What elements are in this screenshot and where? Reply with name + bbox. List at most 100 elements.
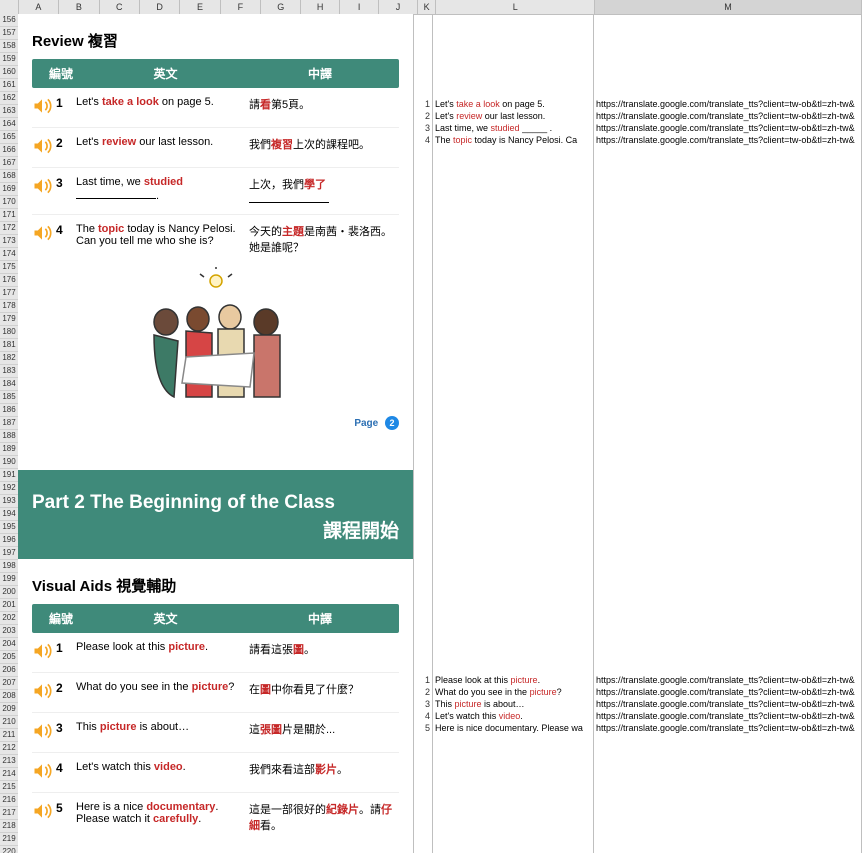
row-header[interactable]: 220 bbox=[0, 846, 18, 853]
row-header[interactable]: 170 bbox=[0, 196, 18, 209]
cell[interactable] bbox=[433, 746, 593, 758]
cell[interactable] bbox=[594, 530, 861, 542]
cell[interactable] bbox=[433, 470, 593, 482]
cell[interactable] bbox=[433, 170, 593, 182]
cell[interactable] bbox=[433, 530, 593, 542]
cell[interactable] bbox=[433, 278, 593, 290]
row-header[interactable]: 172 bbox=[0, 222, 18, 235]
cell[interactable] bbox=[594, 386, 861, 398]
cell[interactable] bbox=[594, 470, 861, 482]
cell[interactable] bbox=[414, 734, 432, 746]
row-header[interactable]: 192 bbox=[0, 482, 18, 495]
row-header[interactable]: 165 bbox=[0, 131, 18, 144]
column-header-f[interactable]: F bbox=[221, 0, 261, 14]
cell[interactable]: 1 bbox=[414, 674, 432, 686]
cell[interactable]: https://translate.google.com/translate_t… bbox=[594, 710, 861, 722]
cell[interactable] bbox=[433, 230, 593, 242]
cell[interactable] bbox=[414, 290, 432, 302]
cell[interactable]: 4 bbox=[414, 710, 432, 722]
cell[interactable] bbox=[594, 314, 861, 326]
cell[interactable] bbox=[414, 758, 432, 770]
row-header[interactable]: 214 bbox=[0, 768, 18, 781]
cell[interactable]: https://translate.google.com/translate_t… bbox=[594, 698, 861, 710]
cell[interactable]: Let's take a look on page 5. bbox=[433, 98, 593, 110]
cell[interactable] bbox=[433, 74, 593, 86]
cell[interactable]: Please look at this picture. bbox=[433, 674, 593, 686]
row-header[interactable]: 207 bbox=[0, 677, 18, 690]
row-header[interactable]: 195 bbox=[0, 521, 18, 534]
cell[interactable] bbox=[594, 278, 861, 290]
cell[interactable] bbox=[594, 194, 861, 206]
cell[interactable]: 4 bbox=[414, 134, 432, 146]
row-header[interactable]: 169 bbox=[0, 183, 18, 196]
cell[interactable] bbox=[433, 770, 593, 782]
row-header[interactable]: 217 bbox=[0, 807, 18, 820]
cell[interactable] bbox=[414, 794, 432, 806]
cell[interactable] bbox=[594, 158, 861, 170]
cell[interactable] bbox=[414, 506, 432, 518]
cell[interactable] bbox=[414, 470, 432, 482]
cell[interactable] bbox=[594, 590, 861, 602]
cell[interactable] bbox=[433, 578, 593, 590]
cell[interactable]: This picture is about… bbox=[433, 698, 593, 710]
cell[interactable] bbox=[594, 842, 861, 853]
cell[interactable] bbox=[433, 758, 593, 770]
cell[interactable] bbox=[433, 62, 593, 74]
cell[interactable] bbox=[414, 782, 432, 794]
cell[interactable] bbox=[594, 50, 861, 62]
cell[interactable] bbox=[433, 458, 593, 470]
cell[interactable] bbox=[594, 14, 861, 26]
row-header[interactable]: 174 bbox=[0, 248, 18, 261]
cell[interactable] bbox=[594, 410, 861, 422]
cell[interactable] bbox=[594, 734, 861, 746]
cell[interactable] bbox=[433, 482, 593, 494]
cell[interactable] bbox=[594, 542, 861, 554]
column-l[interactable]: Let's take a look on page 5.Let's review… bbox=[433, 14, 594, 853]
cell[interactable] bbox=[433, 290, 593, 302]
cell[interactable]: 3 bbox=[414, 122, 432, 134]
row-header[interactable]: 211 bbox=[0, 729, 18, 742]
cell[interactable] bbox=[594, 626, 861, 638]
cell[interactable] bbox=[433, 446, 593, 458]
cell[interactable] bbox=[433, 338, 593, 350]
cell[interactable]: 2 bbox=[414, 110, 432, 122]
columns-a-through-j[interactable]: Review 複習 編號 英文 中譯 1Let's take a look on… bbox=[18, 14, 414, 853]
column-m[interactable]: https://translate.google.com/translate_t… bbox=[594, 14, 862, 853]
cell[interactable] bbox=[594, 38, 861, 50]
row-header[interactable]: 162 bbox=[0, 92, 18, 105]
cell[interactable] bbox=[594, 350, 861, 362]
row-header[interactable]: 216 bbox=[0, 794, 18, 807]
cell[interactable] bbox=[414, 422, 432, 434]
cell[interactable] bbox=[414, 266, 432, 278]
cell[interactable] bbox=[433, 494, 593, 506]
cell[interactable]: https://translate.google.com/translate_t… bbox=[594, 110, 861, 122]
column-header-b[interactable]: B bbox=[59, 0, 99, 14]
cell[interactable] bbox=[594, 482, 861, 494]
cell[interactable] bbox=[594, 86, 861, 98]
cell[interactable] bbox=[433, 626, 593, 638]
cell[interactable]: https://translate.google.com/translate_t… bbox=[594, 674, 861, 686]
cell[interactable] bbox=[433, 194, 593, 206]
row-header[interactable]: 189 bbox=[0, 443, 18, 456]
speaker-icon[interactable] bbox=[32, 96, 52, 116]
cell[interactable] bbox=[594, 446, 861, 458]
cell[interactable] bbox=[414, 278, 432, 290]
cell[interactable] bbox=[433, 410, 593, 422]
row-header[interactable]: 213 bbox=[0, 755, 18, 768]
cell[interactable] bbox=[414, 566, 432, 578]
row-header[interactable]: 218 bbox=[0, 820, 18, 833]
cell[interactable] bbox=[414, 338, 432, 350]
cell[interactable] bbox=[433, 842, 593, 853]
cell[interactable] bbox=[414, 218, 432, 230]
row-header[interactable]: 219 bbox=[0, 833, 18, 846]
cell[interactable] bbox=[594, 554, 861, 566]
cell[interactable] bbox=[433, 506, 593, 518]
row-header[interactable]: 184 bbox=[0, 378, 18, 391]
cell[interactable] bbox=[594, 794, 861, 806]
cell[interactable]: https://translate.google.com/translate_t… bbox=[594, 122, 861, 134]
row-header[interactable]: 200 bbox=[0, 586, 18, 599]
cell[interactable] bbox=[594, 26, 861, 38]
row-header[interactable]: 164 bbox=[0, 118, 18, 131]
cell[interactable] bbox=[414, 170, 432, 182]
cell[interactable] bbox=[433, 830, 593, 842]
